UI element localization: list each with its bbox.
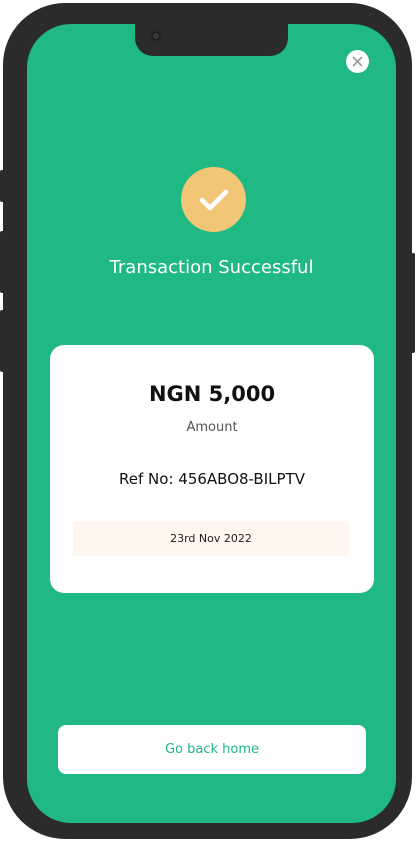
go-back-home-button[interactable]: Go back home <box>58 725 366 774</box>
device-volume-down-button <box>0 310 5 372</box>
receipt-card: NGN 5,000 Amount Ref No: 456ABO8-BILPTV … <box>50 345 374 593</box>
device-volume-up-button <box>0 231 5 293</box>
success-screen: Transaction Successful NGN 5,000 Amount … <box>27 24 396 823</box>
camera-icon <box>151 31 161 41</box>
device-power-button <box>410 253 415 353</box>
checkmark-icon <box>199 189 228 210</box>
device-notch <box>135 24 288 56</box>
amount-label: Amount <box>186 420 238 435</box>
transaction-date: 23rd Nov 2022 <box>73 521 349 556</box>
transaction-date-text: 23rd Nov 2022 <box>170 532 252 545</box>
success-badge <box>181 167 246 232</box>
device-side-button <box>0 170 5 202</box>
reference-number: Ref No: 456ABO8-BILPTV <box>119 470 305 488</box>
status-title: Transaction Successful <box>109 257 314 278</box>
close-icon <box>352 56 363 67</box>
amount-value: NGN 5,000 <box>148 382 276 406</box>
device-frame: Transaction Successful NGN 5,000 Amount … <box>0 3 415 839</box>
close-button[interactable] <box>346 50 369 73</box>
